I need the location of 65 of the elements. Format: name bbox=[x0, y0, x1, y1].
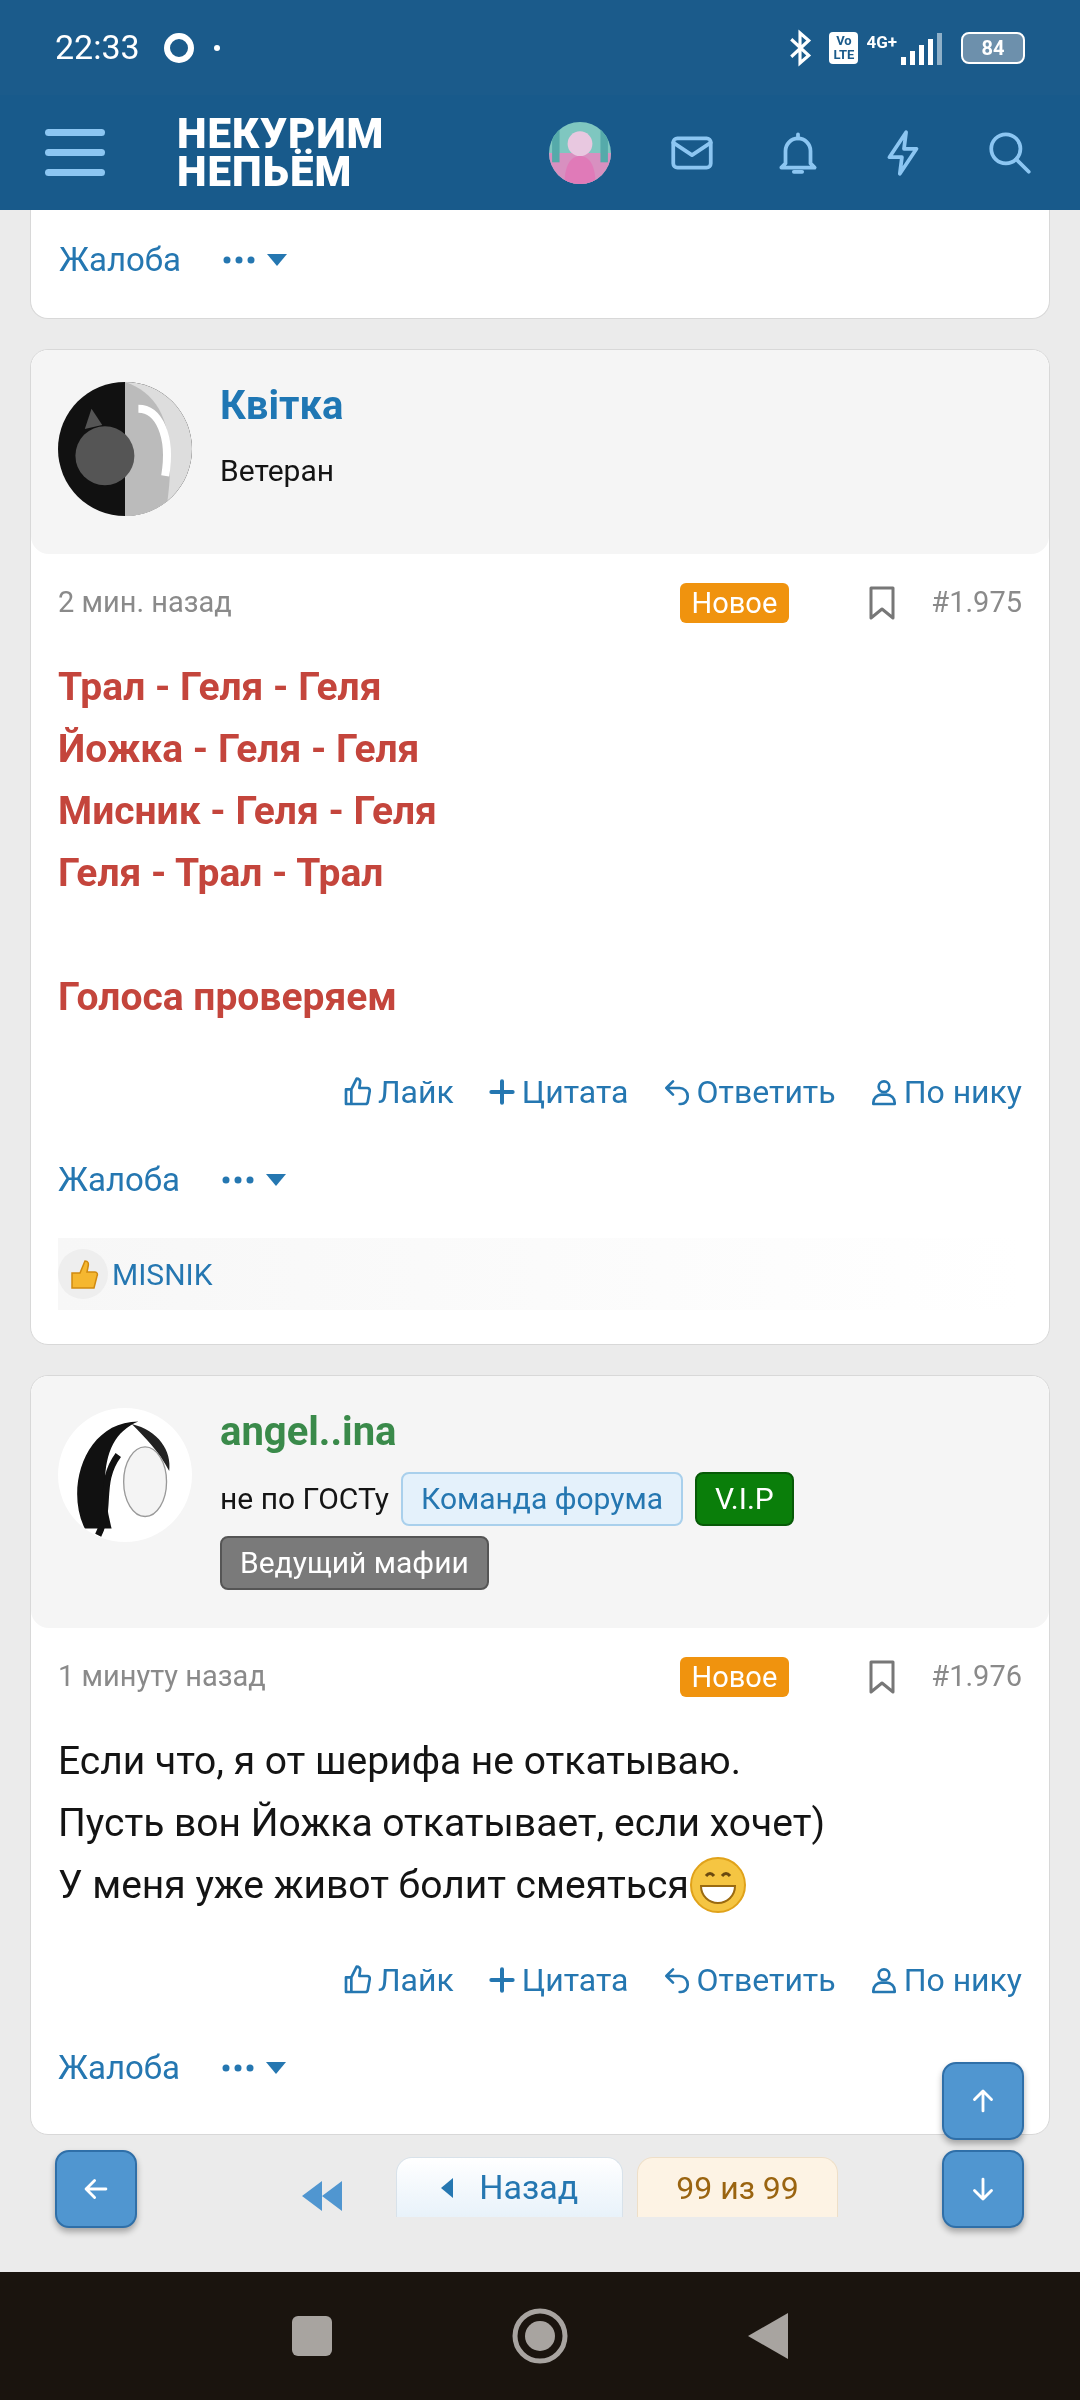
back-arrow-button[interactable] bbox=[55, 2150, 137, 2228]
post-action-link[interactable]: Лайк bbox=[341, 1068, 454, 1116]
new-label: Новое bbox=[679, 583, 790, 623]
post-action-link[interactable]: По нику bbox=[867, 1956, 1022, 2004]
back-icon[interactable] bbox=[748, 2313, 788, 2359]
thumbs-up-emoji-icon bbox=[58, 1249, 108, 1299]
post-time: 1 минуту назад bbox=[58, 1658, 266, 1696]
user-title-badge: Команда форума bbox=[401, 1472, 684, 1526]
dropdown-caret-icon bbox=[267, 254, 287, 266]
bookmark-icon[interactable] bbox=[869, 1660, 896, 1694]
user-title-badge: Ведущий мафии bbox=[220, 1536, 489, 1590]
home-icon[interactable] bbox=[512, 2308, 568, 2364]
dropdown-caret-icon bbox=[266, 2062, 286, 2074]
post-text-line: Трал - Геля - Геля bbox=[58, 663, 382, 712]
dropdown-caret-icon bbox=[266, 1174, 286, 1186]
post-number[interactable]: #1.975 bbox=[931, 581, 1022, 625]
post-text-line: Пусть вон Йожка откатывает, если хочет) bbox=[58, 1799, 825, 1848]
more-menu-button[interactable] bbox=[222, 1174, 286, 1186]
post-action-link[interactable]: Ответить bbox=[660, 1956, 836, 2004]
post-number[interactable]: #1.976 bbox=[931, 1655, 1022, 1699]
ring-icon bbox=[161, 30, 196, 65]
report-link[interactable]: Жалоба bbox=[58, 1155, 180, 1205]
status-time: 22:33 bbox=[55, 26, 140, 69]
menu-button[interactable] bbox=[45, 129, 105, 176]
user-rank: не по ГОСТу bbox=[220, 1480, 389, 1518]
new-label: Новое bbox=[679, 1657, 790, 1697]
post-action-link[interactable]: Лайк bbox=[341, 1956, 454, 2004]
scroll-down-button[interactable] bbox=[942, 2150, 1024, 2228]
author-name[interactable]: Квітка bbox=[220, 376, 344, 436]
page-indicator[interactable]: 99 из 99 bbox=[637, 2157, 838, 2217]
post-text-line: У меня уже живот болит смеяться bbox=[58, 1861, 689, 1910]
grinning-emoji-icon bbox=[688, 1856, 747, 1914]
reaction-user-link[interactable]: MISNIK bbox=[112, 1251, 213, 1297]
signal-icon bbox=[899, 30, 943, 65]
more-menu-button[interactable] bbox=[222, 2062, 286, 2074]
more-icon bbox=[223, 256, 255, 264]
post-action-link[interactable]: Цитата bbox=[485, 1068, 629, 1116]
first-page-icon[interactable] bbox=[302, 2181, 343, 2211]
post-text-line: Мисник - Геля - Геля bbox=[58, 787, 437, 836]
author-name[interactable]: angel..ina bbox=[220, 1402, 1022, 1462]
post-action-link[interactable]: Ответить bbox=[660, 1068, 836, 1116]
more-icon bbox=[222, 2064, 254, 2072]
battery-level: 84 bbox=[981, 34, 1005, 62]
post-action-link[interactable]: Цитата bbox=[485, 1956, 629, 2004]
user-title-badge: V.I.P bbox=[695, 1472, 794, 1526]
dot-icon bbox=[213, 44, 220, 51]
volte-text: Vo bbox=[836, 33, 852, 48]
previous-page-button[interactable]: Назад bbox=[396, 2157, 624, 2217]
post-text-line: Йожка - Геля - Геля bbox=[58, 725, 420, 774]
post-action-link[interactable]: По нику bbox=[867, 1068, 1022, 1116]
more-icon bbox=[222, 1176, 254, 1184]
bookmark-icon[interactable] bbox=[869, 586, 896, 620]
report-link[interactable]: Жалоба bbox=[59, 235, 181, 285]
scroll-up-button[interactable] bbox=[942, 2062, 1024, 2140]
post-time: 2 мин. назад bbox=[58, 584, 232, 622]
report-link[interactable]: Жалоба bbox=[58, 2043, 180, 2093]
post-text-line: Если что, я от шерифа не откатываю. bbox=[58, 1737, 741, 1786]
caret-left-icon bbox=[441, 2177, 454, 2198]
post-text-line: Голоса проверяем bbox=[58, 973, 397, 1022]
more-menu-button[interactable] bbox=[223, 254, 287, 266]
volte-text: LTE bbox=[833, 47, 855, 62]
post-text-line: Геля - Трал - Трал bbox=[58, 849, 384, 898]
user-rank: Ветеран bbox=[220, 452, 335, 490]
site-logo[interactable]: НЕКУРИМ НЕПЬЁМ bbox=[177, 114, 385, 191]
network-type: 4G+ bbox=[866, 31, 897, 54]
